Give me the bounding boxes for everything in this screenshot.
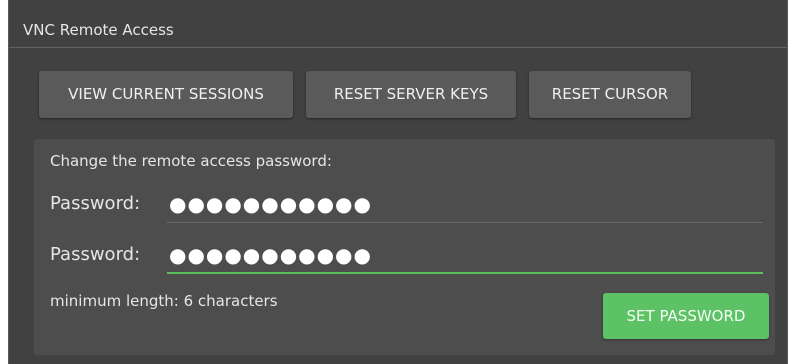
minimum-length-hint: minimum length: 6 characters <box>50 292 278 310</box>
confirm-password-label: Password: <box>50 244 141 265</box>
view-current-sessions-button[interactable]: VIEW CURRENT SESSIONS <box>39 71 293 118</box>
change-password-heading: Change the remote access password: <box>50 152 332 170</box>
change-password-card: Change the remote access password: Passw… <box>34 139 775 355</box>
reset-cursor-button[interactable]: RESET CURSOR <box>529 71 691 118</box>
confirm-password-field[interactable]: ●●●●●●●●●●● <box>167 240 763 274</box>
reset-server-keys-button[interactable]: RESET SERVER KEYS <box>306 71 516 118</box>
password-field[interactable]: ●●●●●●●●●●● <box>167 189 763 223</box>
panel-header: VNC Remote Access <box>9 0 787 48</box>
panel-title: VNC Remote Access <box>23 21 174 39</box>
set-password-button[interactable]: SET PASSWORD <box>603 293 769 339</box>
vnc-remote-access-panel: VNC Remote Access VIEW CURRENT SESSIONS … <box>8 0 788 364</box>
password-label: Password: <box>50 193 141 214</box>
